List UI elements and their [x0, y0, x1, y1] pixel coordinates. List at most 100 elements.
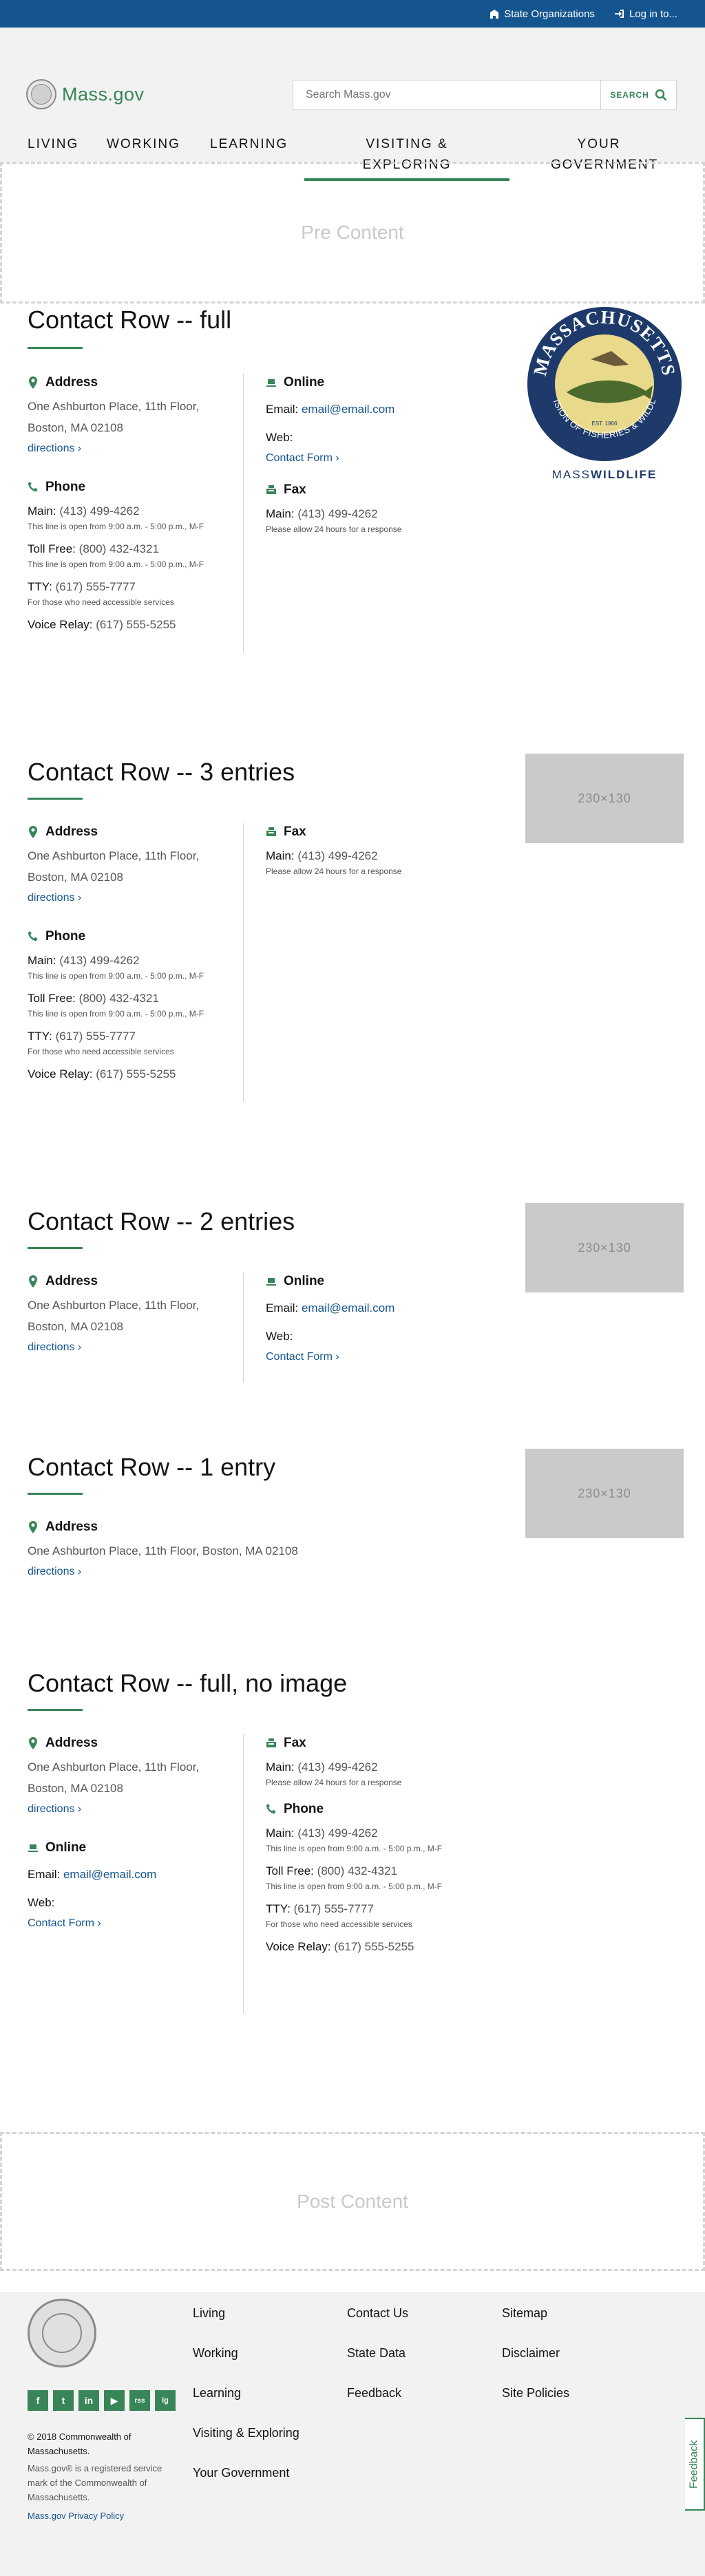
directions-link[interactable]: directions › [28, 888, 81, 908]
contact-form-link[interactable]: Contact Form › [28, 1913, 101, 1934]
site-logo[interactable]: Mass.gov [26, 79, 145, 109]
address-heading-label: Address [45, 1520, 98, 1534]
fax-heading-label: Fax [284, 824, 306, 839]
laptop-icon [266, 379, 276, 387]
feedback-tab[interactable]: Feedback [685, 2418, 705, 2511]
online-web: Web: [266, 1330, 293, 1343]
fax-heading: Fax [266, 1734, 479, 1752]
login-link[interactable]: Log in to... [614, 8, 677, 20]
email-link[interactable]: email@email.com [302, 1301, 394, 1314]
row-title: Contact Row -- full [28, 306, 232, 334]
state-seal-icon[interactable] [28, 2299, 96, 2367]
map-pin-icon [29, 376, 37, 389]
phone-voice-relay: Voice Relay: (617) 555-5255 [28, 618, 176, 631]
contact-row-2-entries: Contact Row -- 2 entries 230×130 Address… [0, 1202, 705, 1408]
map-pin-icon [29, 826, 37, 838]
directions-link[interactable]: directions › [28, 1337, 81, 1358]
footer-link-feedback[interactable]: Feedback [347, 2385, 408, 2401]
phone-main: Main: (413) 499-4262 [28, 954, 140, 967]
privacy-policy-link[interactable]: Mass.gov Privacy Policy [28, 2509, 179, 2523]
column-divider [243, 823, 244, 1102]
footer-link-state-data[interactable]: State Data [347, 2345, 408, 2361]
phone-voice-relay: Voice Relay: (617) 555-5255 [28, 1067, 176, 1081]
contact-column-right: Fax Main: (413) 499-4262 Please allow 24… [266, 823, 479, 883]
directions-link[interactable]: directions › [28, 1562, 81, 1582]
social-links: f t in ▶ rss ig [28, 2390, 176, 2411]
address-heading: Address [28, 1734, 241, 1752]
fax-heading: Fax [266, 481, 479, 499]
contact-row-3-entries: Contact Row -- 3 entries 230×130 Address… [0, 752, 705, 1151]
search-button-label: SEARCH [610, 90, 649, 100]
phone-main-note: This line is open from 9:00 a.m. - 5:00 … [28, 971, 204, 981]
pre-content-slot: Pre Content [0, 162, 705, 304]
footer-link-living[interactable]: Living [193, 2306, 299, 2321]
nav-living[interactable]: Living [28, 134, 78, 155]
footer-link-your-government[interactable]: Your Government [193, 2465, 299, 2480]
online-web: Web: [28, 1896, 55, 1909]
footer-link-site-policies[interactable]: Site Policies [502, 2385, 569, 2401]
contact-row-full: Contact Row -- full Address One Ashburto… [0, 295, 705, 702]
online-email: Email: email@email.com [266, 1301, 395, 1314]
address-heading: Address [28, 1273, 241, 1290]
address-line-1: One Ashburton Place, 11th Floor, [28, 1760, 200, 1774]
column-divider [243, 1273, 244, 1383]
youtube-icon[interactable]: ▶ [104, 2390, 125, 2411]
row-title: Contact Row -- full, no image [28, 1669, 348, 1697]
nav-working[interactable]: Working [107, 134, 180, 155]
state-seal-icon [26, 79, 56, 109]
phone-heading: Phone [28, 928, 241, 946]
directions-link[interactable]: directions › [28, 438, 81, 459]
fax-icon [266, 485, 276, 494]
phone-heading: Phone [28, 478, 241, 496]
instagram-icon[interactable]: ig [155, 2390, 176, 2411]
address-line-2: Boston, MA 02108 [28, 871, 123, 884]
address-line-1: One Ashburton Place, 11th Floor, [28, 1299, 200, 1312]
phone-main-note: This line is open from 9:00 a.m. - 5:00 … [28, 522, 204, 531]
address-line-2: Boston, MA 02108 [28, 1782, 123, 1795]
fax-heading-label: Fax [284, 482, 306, 497]
search-input[interactable] [293, 81, 600, 109]
facebook-icon[interactable]: f [28, 2390, 48, 2411]
map-pin-icon [29, 1275, 37, 1288]
map-pin-icon [29, 1521, 37, 1533]
directions-link[interactable]: directions › [28, 1799, 81, 1820]
twitter-icon[interactable]: t [53, 2390, 74, 2411]
footer-link-disclaimer[interactable]: Disclaimer [502, 2345, 569, 2361]
contact-row-1-entry: Contact Row -- 1 entry 230×130 Address O… [0, 1447, 705, 1599]
online-email: Email: email@email.com [28, 1868, 157, 1881]
fax-icon [266, 827, 276, 836]
login-icon [614, 10, 624, 18]
logo-text: Mass.gov [62, 83, 145, 105]
footer-link-learning[interactable]: Learning [193, 2385, 299, 2401]
trademark-text: Mass.gov® is a registered service mark o… [28, 2463, 162, 2502]
contact-row-full-no-image: Contact Row -- full, no image Address On… [0, 1663, 705, 2035]
online-heading-label: Online [284, 1274, 325, 1288]
address-line-2: Boston, MA 02108 [28, 1320, 123, 1333]
phone-heading: Phone [266, 1800, 479, 1818]
column-divider [243, 1734, 244, 2013]
online-email: Email: email@email.com [266, 403, 395, 416]
linkedin-icon[interactable]: in [78, 2390, 99, 2411]
phone-icon [266, 1804, 276, 1814]
email-link[interactable]: email@email.com [63, 1868, 156, 1881]
footer-link-sitemap[interactable]: Sitemap [502, 2306, 569, 2321]
online-heading-label: Online [284, 375, 325, 390]
search-bar: SEARCH [293, 80, 677, 110]
email-link[interactable]: email@email.com [302, 403, 394, 416]
address-full: One Ashburton Place, 11th Floor, Boston,… [28, 1544, 298, 1557]
rss-icon[interactable]: rss [129, 2390, 150, 2411]
footer-link-working[interactable]: Working [193, 2345, 299, 2361]
title-underline [28, 1493, 83, 1495]
svg-text:MASSWILDLIFE: MASSWILDLIFE [552, 468, 657, 481]
image-placeholder: 230×130 [525, 1203, 684, 1292]
contact-form-link[interactable]: Contact Form › [266, 1347, 339, 1367]
laptop-icon [266, 1278, 276, 1286]
state-organizations-link[interactable]: State Organizations [489, 8, 595, 20]
search-button[interactable]: SEARCH [600, 81, 676, 109]
nav-learning[interactable]: Learning [210, 134, 288, 155]
footer-link-contact-us[interactable]: Contact Us [347, 2306, 408, 2321]
contact-form-link[interactable]: Contact Form › [266, 448, 339, 469]
footer-link-visiting-exploring[interactable]: Visiting & Exploring [193, 2425, 299, 2440]
phone-icon [28, 931, 38, 941]
contact-column-right: Online Email: email@email.com Web: Conta… [266, 1273, 479, 1367]
